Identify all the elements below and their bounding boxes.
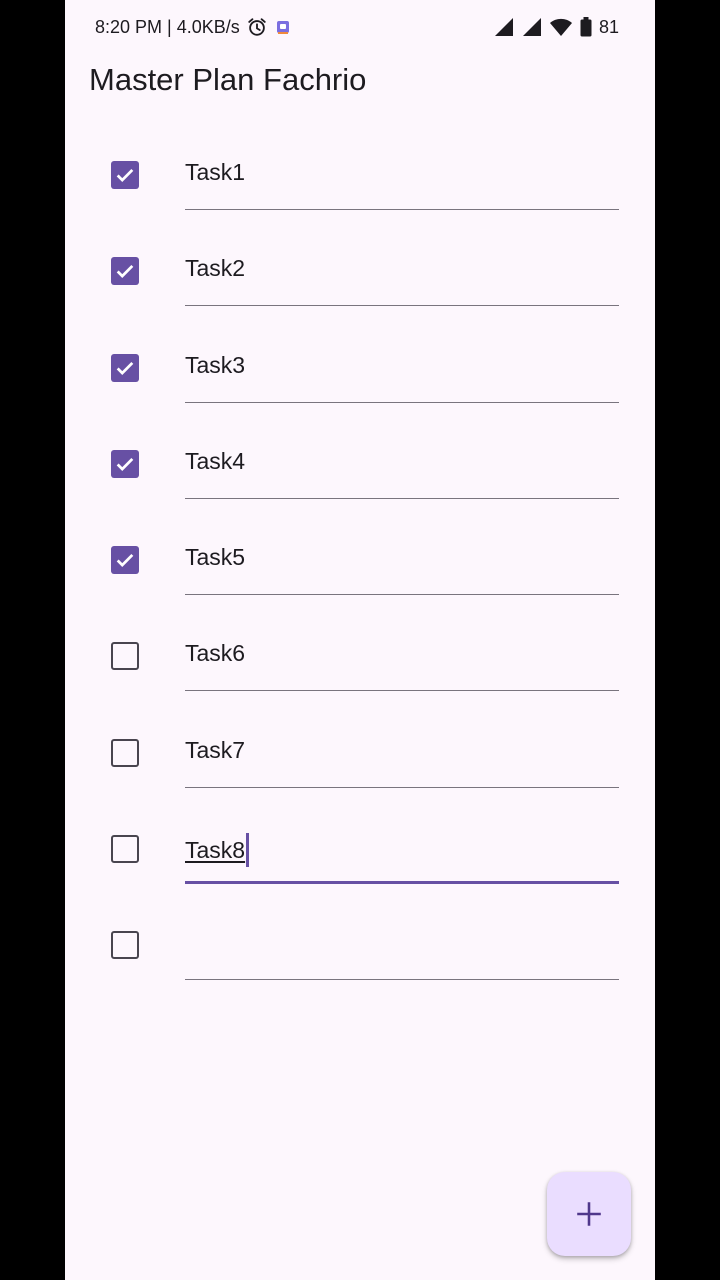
signal-icon xyxy=(521,16,543,38)
task-input[interactable]: Task2 xyxy=(185,222,619,307)
status-left: 8:20 PM | 4.0KB/s xyxy=(95,15,292,39)
task-row: Task6 xyxy=(65,607,655,703)
checkmark-icon xyxy=(116,168,134,182)
task-text: Task7 xyxy=(185,736,246,763)
task-checkbox[interactable] xyxy=(111,642,139,671)
task-checkbox[interactable] xyxy=(111,738,139,767)
status-right: 81 xyxy=(493,15,619,39)
task-checkbox[interactable] xyxy=(111,835,139,864)
task-text: Task4 xyxy=(185,447,246,474)
task-text: Task1 xyxy=(185,159,246,185)
task-input[interactable]: Task3 xyxy=(185,319,619,403)
task-row xyxy=(65,896,655,992)
task-text: Task3 xyxy=(185,351,246,378)
task-checkbox[interactable] xyxy=(111,161,139,189)
task-text: Task5 xyxy=(185,544,246,571)
task-row: Task5 xyxy=(65,511,655,607)
alarm-icon xyxy=(246,16,268,38)
task-text-container: Task8 xyxy=(185,833,250,868)
task-row: Task1 xyxy=(65,126,655,222)
wifi-icon xyxy=(549,16,573,38)
task-row: Task4 xyxy=(65,415,655,511)
status-time-speed: 8:20 PM | 4.0KB/s xyxy=(95,16,240,37)
status-bar: 8:20 PM | 4.0KB/s 81 xyxy=(65,0,655,54)
task-list: Task1 Task2 Task3 Task4 Task5 Task6 Task… xyxy=(65,126,655,993)
task-input[interactable]: Task1 xyxy=(185,126,619,210)
task-checkbox[interactable] xyxy=(111,449,139,478)
checkmark-icon xyxy=(116,361,134,375)
app-screen: 8:20 PM | 4.0KB/s 81 Master Plan Fachrio… xyxy=(65,0,655,1280)
task-input[interactable]: Task5 xyxy=(185,511,619,596)
task-checkbox[interactable] xyxy=(111,257,139,286)
task-input[interactable]: Task6 xyxy=(185,607,619,692)
plus-icon xyxy=(577,1202,601,1226)
task-row: Task2 xyxy=(65,222,655,318)
text-cursor xyxy=(246,833,250,868)
page-title: Master Plan Fachrio xyxy=(89,62,367,97)
task-text: Task8 xyxy=(185,836,246,863)
task-checkbox[interactable] xyxy=(111,353,139,382)
battery-level: 81 xyxy=(598,16,619,37)
task-text: Task6 xyxy=(185,640,246,667)
task-checkbox[interactable] xyxy=(111,546,139,575)
notification-app-icon xyxy=(274,18,292,36)
task-row: Task7 xyxy=(65,704,655,800)
task-row: Task3 xyxy=(65,319,655,415)
signal-icon xyxy=(493,16,515,38)
task-input[interactable] xyxy=(185,896,619,981)
task-row: Task8 xyxy=(65,800,655,896)
task-input-focused[interactable]: Task8 xyxy=(185,800,619,885)
battery-icon xyxy=(579,16,593,38)
task-checkbox[interactable] xyxy=(111,931,139,960)
task-input[interactable]: Task4 xyxy=(185,415,619,499)
checkmark-icon xyxy=(116,265,134,279)
checkmark-icon xyxy=(116,457,134,471)
task-text: Task2 xyxy=(185,255,246,282)
checkmark-icon xyxy=(116,554,134,568)
task-input[interactable]: Task7 xyxy=(185,704,619,788)
add-task-button[interactable] xyxy=(547,1172,631,1256)
